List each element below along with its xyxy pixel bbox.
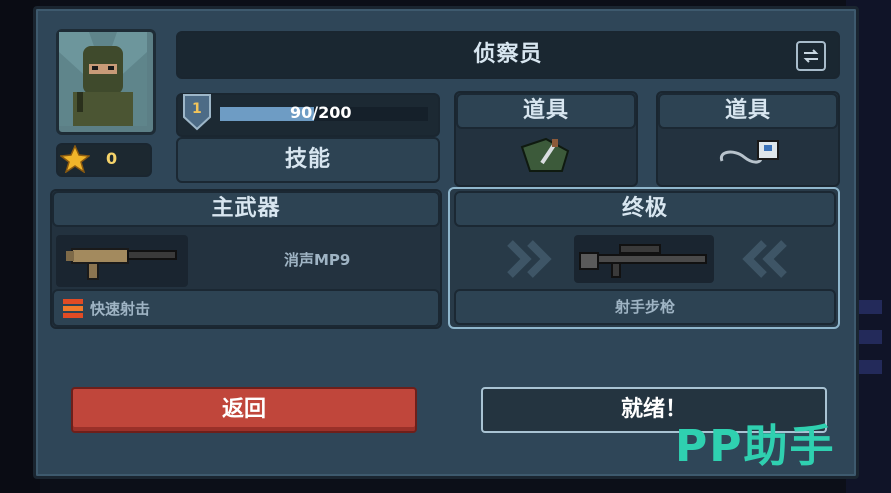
- ultimate-weapon-name: 射手步枪: [614, 298, 675, 316]
- primary-perk-row: 快速射击: [52, 289, 440, 327]
- item-slot-1-label: 道具: [522, 98, 569, 123]
- fast-fire-icon: [63, 299, 83, 318]
- ultimate-weapon-frame: [574, 235, 714, 283]
- chevrons-left-icon: [742, 240, 787, 278]
- detonator-icon: [719, 140, 779, 164]
- primary-perk-label: 快速射击: [90, 300, 151, 318]
- character-select-dialog: 0 侦察员 1 90/200 技能 道具 道具 主武器 消声MP9 快速射击 终…: [33, 6, 859, 479]
- item-slot-1[interactable]: 道具: [454, 91, 638, 187]
- ultimate-name-row: 射手步枪: [454, 289, 836, 325]
- primary-weapon-name: 消声MP9: [284, 251, 351, 269]
- skill-slot[interactable]: 技能: [176, 137, 440, 183]
- level-number: 1: [192, 101, 202, 117]
- skill-label: 技能: [284, 147, 331, 172]
- primary-header-label: 主武器: [211, 196, 281, 221]
- level-xp-panel: 1 90/200: [176, 93, 440, 137]
- ultimate-weapon-panel[interactable]: 终极 射手步枪: [448, 187, 840, 329]
- character-name: 侦察员: [473, 42, 543, 67]
- ultimate-header-label: 终极: [621, 196, 668, 221]
- smg-icon: [66, 248, 177, 280]
- back-button[interactable]: 返回: [71, 387, 417, 433]
- swap-icon: [803, 49, 819, 63]
- marksman-rifle-icon: [579, 244, 707, 278]
- soldier-portrait-icon: [59, 32, 147, 126]
- character-portrait[interactable]: [56, 29, 156, 135]
- grenade-pouch-icon: [520, 137, 570, 172]
- star-count: 0: [106, 149, 118, 168]
- star-icon: [60, 145, 90, 173]
- xp-text: 90/200: [290, 103, 352, 122]
- star-counter: 0: [56, 143, 152, 177]
- ultimate-header: 终极: [454, 191, 836, 227]
- primary-weapon-frame: [56, 235, 188, 287]
- chevrons-right-icon: [507, 240, 552, 278]
- item-slot-1-header: 道具: [456, 93, 636, 129]
- watermark-text: PP助手: [675, 421, 836, 472]
- item-slot-2[interactable]: 道具: [656, 91, 840, 187]
- primary-weapon-panel[interactable]: 主武器 消声MP9 快速射击: [50, 189, 442, 329]
- item-slot-2-label: 道具: [724, 98, 771, 123]
- item-slot-2-header: 道具: [658, 93, 838, 129]
- swap-character-button[interactable]: [796, 41, 826, 71]
- character-name-bar: 侦察员: [176, 31, 840, 79]
- primary-header: 主武器: [52, 191, 440, 227]
